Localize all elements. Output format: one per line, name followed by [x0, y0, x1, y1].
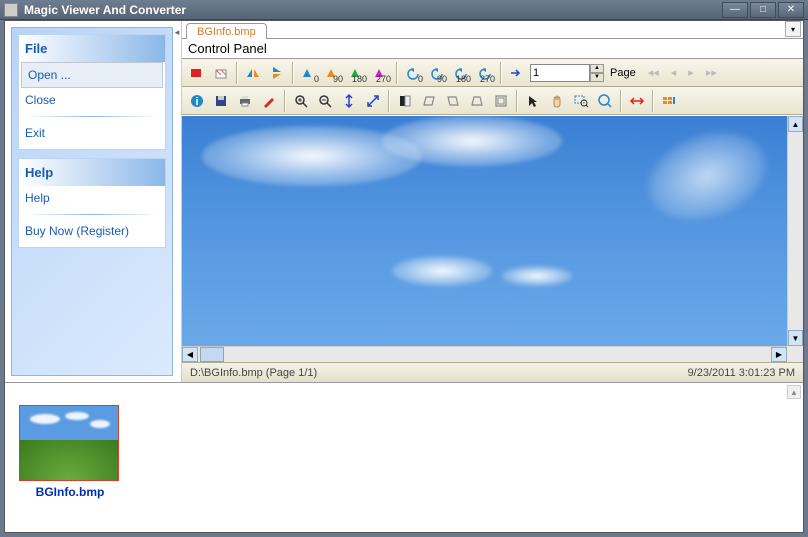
menu-close[interactable]: Close [19, 88, 165, 112]
menu-buy-now[interactable]: Buy Now (Register) [19, 219, 165, 243]
rotate-ccw-90-button[interactable]: 90 [426, 62, 448, 84]
thumbnail-pane: ▲ BGInfo.bmp [5, 383, 803, 532]
svg-text:i: i [195, 96, 198, 108]
pointer-tool-button[interactable] [522, 90, 544, 112]
fit-width-button[interactable] [626, 90, 648, 112]
fit-height-button[interactable] [338, 90, 360, 112]
help-menu-panel: Help Help Buy Now (Register) [18, 158, 166, 248]
skew-right-button[interactable] [442, 90, 464, 112]
rotate-ccw-0-button[interactable]: 0 [402, 62, 424, 84]
scroll-up-button[interactable]: ▲ [788, 116, 803, 132]
status-file-info: D:\BGInfo.bmp (Page 1/1) [190, 367, 317, 379]
file-menu-header: File [19, 35, 165, 62]
vertical-scrollbar[interactable]: ▲ ▼ [787, 116, 803, 346]
app-title: Magic Viewer And Converter [24, 3, 186, 17]
menu-help[interactable]: Help [19, 186, 165, 210]
zoom-tool-button[interactable] [594, 90, 616, 112]
next-page-button[interactable]: ▸ [686, 64, 696, 81]
thumbnail-item[interactable]: BGInfo.bmp [19, 405, 121, 499]
rotate-270-button[interactable]: 270 [370, 62, 392, 84]
goto-page-button[interactable] [506, 62, 528, 84]
crop-button[interactable] [490, 90, 512, 112]
upper-pane: File Open ... Close Exit Help Help Buy N… [5, 21, 803, 383]
control-panel-label: Control Panel [182, 39, 803, 59]
page-spinner-down[interactable]: ▼ [590, 73, 604, 82]
zoom-out-button[interactable] [314, 90, 336, 112]
rotate-ccw-180-button[interactable]: 180 [450, 62, 472, 84]
grid-view-button[interactable] [658, 90, 680, 112]
fit-diagonal-button[interactable] [362, 90, 384, 112]
info-button[interactable]: i [186, 90, 208, 112]
status-bar: D:\BGInfo.bmp (Page 1/1) 9/23/2011 3:01:… [182, 362, 803, 382]
scroll-left-button[interactable]: ◀ [182, 347, 198, 362]
color-foreground-button[interactable] [186, 62, 208, 84]
document-tab-bar: BGInfo.bmp ▾ [182, 21, 803, 39]
page-spinner[interactable]: ▲ ▼ [530, 64, 604, 82]
tab-list-dropdown[interactable]: ▾ [785, 21, 801, 37]
menu-separator [25, 116, 159, 117]
menu-exit[interactable]: Exit [19, 121, 165, 145]
client-area: File Open ... Close Exit Help Help Buy N… [4, 20, 804, 533]
save-button[interactable] [210, 90, 232, 112]
hand-tool-button[interactable] [546, 90, 568, 112]
rotate-180-button[interactable]: 180 [346, 62, 368, 84]
image-viewport[interactable] [182, 116, 787, 346]
image-viewport-wrap: ▲ ▼ ◀ ▶ [182, 116, 803, 362]
flip-vertical-button[interactable] [266, 62, 288, 84]
horizontal-scrollbar[interactable]: ◀ ▶ [182, 346, 787, 362]
marquee-zoom-button[interactable] [570, 90, 592, 112]
document-tab[interactable]: BGInfo.bmp [186, 23, 267, 39]
rotate-ccw-270-button[interactable]: 270 [474, 62, 496, 84]
contrast-button[interactable] [394, 90, 416, 112]
perspective-button[interactable] [466, 90, 488, 112]
file-menu-panel: File Open ... Close Exit [18, 34, 166, 150]
minimize-button[interactable]: — [722, 2, 748, 18]
sidebar: File Open ... Close Exit Help Help Buy N… [11, 27, 173, 376]
menu-open[interactable]: Open ... [21, 62, 163, 88]
image-ops-toolbar: 0 90 180 270 0 90 180 270 ▲ ▼ Page [182, 59, 803, 87]
last-page-button[interactable]: ▸▸ [704, 64, 719, 81]
help-menu-header: Help [19, 159, 165, 186]
color-background-button[interactable] [210, 62, 232, 84]
thumbnail-image[interactable] [19, 405, 119, 481]
title-bar: Magic Viewer And Converter — □ ✕ [0, 0, 808, 20]
scroll-down-button[interactable]: ▼ [788, 330, 803, 346]
app-icon [4, 3, 18, 17]
draw-button[interactable] [258, 90, 280, 112]
prev-page-button[interactable]: ◂ [669, 64, 679, 81]
rotate-0-button[interactable]: 0 [298, 62, 320, 84]
scroll-thumb[interactable] [200, 347, 224, 362]
page-number-input[interactable] [530, 64, 590, 82]
rotate-90-button[interactable]: 90 [322, 62, 344, 84]
scroll-right-button[interactable]: ▶ [771, 347, 787, 362]
main-view: BGInfo.bmp ▾ Control Panel 0 90 180 270 … [181, 21, 803, 382]
sidebar-collapse-handle[interactable]: ◂ [173, 21, 181, 382]
page-spinner-up[interactable]: ▲ [590, 64, 604, 73]
menu-separator [25, 214, 159, 215]
view-toolbar: i [182, 87, 803, 115]
first-page-button[interactable]: ◂◂ [646, 64, 661, 81]
status-datetime: 9/23/2011 3:01:23 PM [688, 367, 795, 379]
close-button[interactable]: ✕ [778, 2, 804, 18]
zoom-in-button[interactable] [290, 90, 312, 112]
flip-horizontal-button[interactable] [242, 62, 264, 84]
thumbnail-scroll-up-button[interactable]: ▲ [787, 385, 801, 399]
skew-left-button[interactable] [418, 90, 440, 112]
print-button[interactable] [234, 90, 256, 112]
thumbnail-label: BGInfo.bmp [19, 485, 121, 499]
page-label: Page [610, 67, 636, 79]
maximize-button[interactable]: □ [750, 2, 776, 18]
